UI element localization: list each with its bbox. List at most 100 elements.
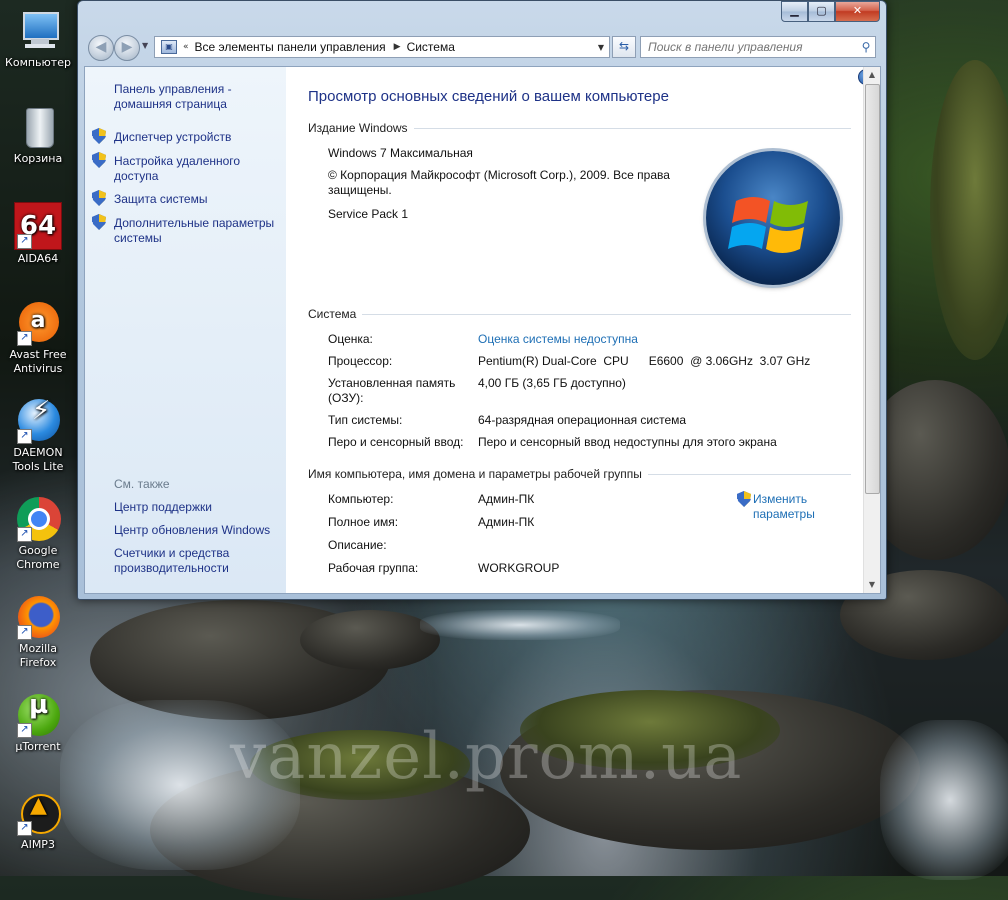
desktop-icon-label: AIDA64 bbox=[17, 252, 59, 265]
description-label: Описание: bbox=[328, 538, 387, 552]
desktop-icon-label-line1: Google bbox=[18, 544, 58, 557]
scroll-up-icon[interactable]: ▲ bbox=[864, 67, 880, 83]
desktop-icon-label-line1: DAEMON bbox=[13, 446, 63, 459]
workgroup-label: Рабочая группа: bbox=[328, 561, 419, 575]
desktop-icon-chrome[interactable]: ↗ Google Chrome bbox=[2, 496, 74, 572]
address-bar[interactable]: ▣ « Все элементы панели управления ▶ Сис… bbox=[154, 36, 610, 58]
memory-label: Установленная память (ОЗУ): bbox=[328, 376, 456, 405]
shield-icon bbox=[92, 190, 106, 206]
desktop-icon-label-line2: Tools Lite bbox=[12, 460, 64, 473]
search-icon[interactable]: ⚲ bbox=[857, 40, 875, 54]
forward-button[interactable]: ▶ bbox=[114, 35, 140, 61]
search-input[interactable] bbox=[646, 39, 857, 55]
chevron-left-icon[interactable]: « bbox=[183, 42, 189, 52]
full-name-label: Полное имя: bbox=[328, 515, 399, 529]
processor-value: Pentium(R) Dual-Core CPU E6600 @ 3.06GHz… bbox=[478, 354, 811, 368]
desktop-icon-label-line1: Avast Free bbox=[9, 348, 67, 361]
desktop-icon-aimp3[interactable]: ▲ ↗ AIMP3 bbox=[2, 790, 74, 852]
forward-arrow-icon: ▶ bbox=[121, 39, 133, 55]
breadcrumb-separator-icon[interactable]: ▶ bbox=[394, 42, 401, 52]
caption-buttons: ▁ ▢ ✕ bbox=[781, 1, 880, 22]
control-panel-icon: ▣ bbox=[161, 40, 177, 54]
computer-icon bbox=[15, 8, 61, 54]
utorrent-icon: µ ↗ bbox=[15, 692, 61, 738]
chrome-icon: ↗ bbox=[15, 496, 61, 542]
content-area: Панель управления - домашняя страница Ди… bbox=[84, 66, 881, 594]
shortcut-arrow-icon: ↗ bbox=[17, 429, 32, 444]
firefox-icon: ↗ bbox=[15, 594, 61, 640]
shield-icon bbox=[92, 128, 106, 144]
desktop-icon-label-line2: Firefox bbox=[19, 656, 57, 669]
recent-pages-dropdown[interactable]: ▼ bbox=[142, 41, 148, 50]
close-button[interactable]: ✕ bbox=[835, 1, 880, 22]
back-button[interactable]: ◀ bbox=[88, 35, 114, 61]
windows-update-link[interactable]: Центр обновления Windows bbox=[114, 523, 279, 538]
service-pack-text: Service Pack 1 bbox=[328, 207, 409, 221]
workgroup-value: WORKGROUP bbox=[478, 561, 560, 575]
search-box: ⚲ bbox=[640, 36, 876, 58]
shortcut-arrow-icon: ↗ bbox=[17, 234, 32, 249]
shield-icon bbox=[92, 152, 106, 168]
scrollbar-thumb[interactable] bbox=[865, 84, 880, 494]
computer-name-label: Компьютер: bbox=[328, 492, 394, 506]
device-manager-link[interactable]: Диспетчер устройств bbox=[114, 130, 279, 145]
remote-settings-link[interactable]: Настройка удаленного доступа bbox=[114, 154, 279, 184]
maximize-button[interactable]: ▢ bbox=[808, 1, 835, 22]
rating-link[interactable]: Оценка системы недоступна bbox=[478, 332, 638, 347]
desktop-icon-label-line2: Chrome bbox=[16, 558, 60, 571]
shortcut-arrow-icon: ↗ bbox=[17, 527, 32, 542]
address-dropdown-icon[interactable]: ▼ bbox=[593, 43, 609, 52]
section-header-computer-name: Имя компьютера, имя домена и параметры р… bbox=[308, 467, 851, 481]
action-center-link[interactable]: Центр поддержки bbox=[114, 500, 279, 515]
back-arrow-icon: ◀ bbox=[95, 39, 107, 55]
desktop-icon-recycle-bin[interactable]: Корзина bbox=[2, 104, 74, 166]
desktop-icon-label: AIMP3 bbox=[21, 838, 55, 851]
change-settings-link[interactable]: Изменить параметры bbox=[753, 492, 833, 522]
see-also-heading: См. также bbox=[114, 477, 170, 491]
minimize-button[interactable]: ▁ bbox=[781, 1, 808, 22]
pen-touch-label: Перо и сенсорный ввод: bbox=[328, 435, 464, 449]
refresh-icon: ⇆ bbox=[618, 39, 630, 53]
pen-touch-value: Перо и сенсорный ввод недоступны для это… bbox=[478, 435, 777, 449]
system-type-value: 64-разрядная операционная система bbox=[478, 413, 687, 427]
desktop-icon-label: Компьютер bbox=[5, 56, 71, 69]
shortcut-arrow-icon: ↗ bbox=[17, 625, 32, 640]
section-header-system: Система bbox=[308, 307, 851, 321]
shortcut-arrow-icon: ↗ bbox=[17, 723, 32, 738]
desktop-icon-firefox[interactable]: ↗ Mozilla Firefox bbox=[2, 594, 74, 670]
processor-label: Процессор: bbox=[328, 354, 393, 368]
main-pane: Просмотр основных сведений о вашем компь… bbox=[286, 67, 864, 593]
avast-icon: a ↗ bbox=[15, 300, 61, 346]
navigation-bar: ◀ ▶ ▼ ▣ « Все элементы панели управления… bbox=[84, 33, 878, 61]
scroll-down-icon[interactable]: ▼ bbox=[864, 577, 880, 593]
desktop-icon-label-line2: Antivirus bbox=[13, 362, 63, 375]
desktop-icon-computer[interactable]: Компьютер bbox=[2, 8, 74, 70]
vertical-scrollbar[interactable]: ▲ ▼ bbox=[863, 67, 880, 593]
daemon-tools-icon: ⚡ ↗ bbox=[15, 398, 61, 444]
breadcrumb-system[interactable]: Система bbox=[407, 40, 455, 54]
system-protection-link[interactable]: Защита системы bbox=[114, 192, 279, 207]
refresh-button[interactable]: ⇆ bbox=[612, 36, 636, 58]
desktop-icon-label-line1: Mozilla bbox=[19, 642, 57, 655]
full-name-value: Админ-ПК bbox=[478, 515, 535, 529]
task-pane: Панель управления - домашняя страница Ди… bbox=[85, 67, 286, 593]
desktop-icon-avast[interactable]: a ↗ Avast Free Antivirus bbox=[2, 300, 74, 376]
aimp3-icon: ▲ ↗ bbox=[15, 790, 61, 836]
performance-tools-link[interactable]: Счетчики и средства производительности bbox=[114, 546, 279, 576]
system-type-label: Тип системы: bbox=[328, 413, 403, 427]
control-panel-home-link[interactable]: Панель управления - домашняя страница bbox=[114, 82, 279, 112]
desktop-icon-label: µTorrent bbox=[15, 740, 61, 753]
shield-icon bbox=[92, 214, 106, 230]
rating-label: Оценка: bbox=[328, 332, 373, 346]
breadcrumb-control-panel[interactable]: Все элементы панели управления bbox=[195, 40, 386, 54]
desktop-icon-label: Корзина bbox=[13, 152, 63, 165]
desktop-icon-daemon-tools[interactable]: ⚡ ↗ DAEMON Tools Lite bbox=[2, 398, 74, 474]
desktop-icon-aida64[interactable]: 64 ↗ AIDA64 bbox=[2, 202, 74, 266]
section-header-edition: Издание Windows bbox=[308, 121, 851, 135]
page-title: Просмотр основных сведений о вашем компь… bbox=[308, 88, 669, 105]
watermark: vanzel.prom.ua bbox=[230, 720, 743, 794]
advanced-settings-link[interactable]: Дополнительные параметры системы bbox=[114, 216, 279, 246]
shortcut-arrow-icon: ↗ bbox=[17, 331, 32, 346]
section-header-text: Издание Windows bbox=[308, 121, 408, 135]
desktop-icon-utorrent[interactable]: µ ↗ µTorrent bbox=[2, 692, 74, 754]
